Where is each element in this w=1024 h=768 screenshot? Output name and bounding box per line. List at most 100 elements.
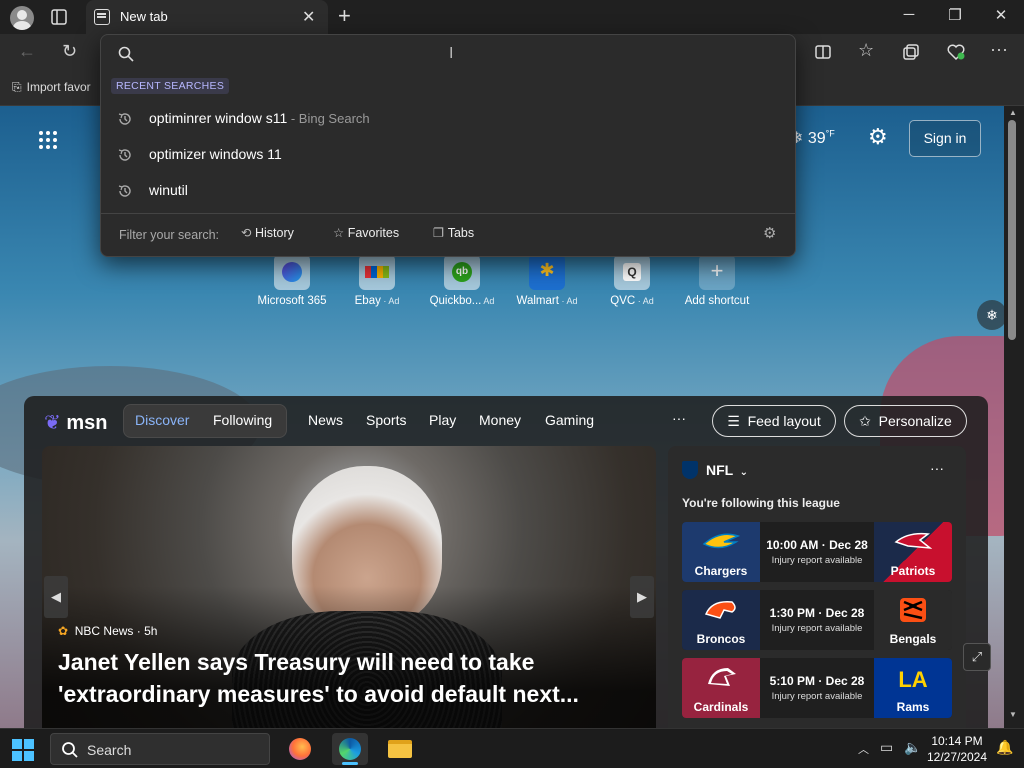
tab-gaming[interactable]: Gaming	[545, 412, 594, 428]
quick-link-label: Quickbo...	[429, 295, 482, 307]
hero-news-card[interactable]: ◀ ▶ ✿ NBC News · 5h Janet Yellen says Tr…	[42, 446, 656, 728]
hero-headline[interactable]: Janet Yellen says Treasury will need to …	[58, 646, 638, 710]
msn-logo[interactable]: ❦ msn	[44, 410, 107, 435]
taskbar-search-label: Search	[87, 742, 132, 758]
quick-link-label: QVC	[610, 295, 636, 307]
tab-sports[interactable]: Sports	[366, 412, 406, 428]
network-monitor-icon[interactable]: ▭	[880, 739, 893, 756]
recent-search-text: winutil	[149, 182, 188, 198]
game-row[interactable]: Chargers 10:00 AM · Dec 28 Injury report…	[682, 522, 952, 582]
team-right: Patriots	[874, 522, 952, 582]
tab-news[interactable]: News	[308, 412, 343, 428]
background-effects-icon[interactable]: ❄	[977, 300, 1007, 330]
profile-avatar-icon[interactable]	[10, 6, 34, 30]
recent-search-suffix: - Bing Search	[287, 111, 370, 126]
tab-money[interactable]: Money	[479, 412, 521, 428]
restore-icon[interactable]: ❐	[940, 6, 970, 28]
speaker-muted-icon[interactable]: 🔈	[904, 739, 921, 756]
import-favorites-link[interactable]: ⎘ Import favor	[12, 80, 91, 95]
game-row[interactable]: Broncos 1:30 PM · Dec 28 Injury report a…	[682, 590, 952, 650]
game-time: 10:00 AM · Dec 28	[766, 538, 868, 552]
import-icon: ⎘	[12, 80, 22, 94]
tab-new-tab[interactable]: New tab ✕	[86, 0, 328, 34]
recent-search-item[interactable]: optiminrer window s11 - Bing Search	[101, 101, 795, 137]
personalize-label: Personalize	[878, 413, 952, 429]
app-launcher-icon[interactable]	[38, 130, 58, 150]
recent-search-item[interactable]: winutil	[101, 173, 795, 209]
browser-essentials-heart-icon[interactable]	[946, 43, 966, 64]
carousel-next-icon[interactable]: ▶	[630, 576, 654, 618]
nfl-card: NFL ⌄ ··· You're following this league C…	[668, 446, 966, 728]
tab-following[interactable]: Following	[213, 412, 272, 428]
add-shortcut-button[interactable]: + Add shortcut	[667, 254, 767, 307]
minimize-icon[interactable]: ─	[894, 6, 924, 28]
show-hidden-icons-chevron-icon[interactable]: ︿	[858, 741, 869, 757]
temperature-value: 39	[807, 130, 826, 147]
new-tab-plus-icon[interactable]: +	[338, 3, 351, 29]
filter-history-button[interactable]: ⟲ History	[241, 225, 294, 240]
broncos-logo-icon	[702, 596, 740, 624]
refresh-icon[interactable]: ↻	[62, 41, 77, 62]
tab-play[interactable]: Play	[429, 412, 456, 428]
filter-favorites-button[interactable]: ☆ Favorites	[333, 225, 399, 240]
search-icon	[61, 741, 79, 762]
team-left: Broncos	[682, 590, 760, 650]
filter-history-label: History	[254, 226, 294, 240]
more-options-icon[interactable]: ···	[990, 39, 1008, 60]
sign-in-button[interactable]: Sign in	[909, 120, 981, 157]
tab-title: New tab	[120, 9, 168, 24]
ad-label: Ad	[481, 296, 495, 306]
sliders-icon: ☰	[727, 413, 740, 429]
nfl-more-icon[interactable]: ···	[930, 460, 944, 476]
page-scrollbar[interactable]: ▲ ▼	[1004, 106, 1024, 728]
weather-widget[interactable]: ❄ 39°F	[790, 128, 835, 148]
search-settings-gear-icon[interactable]: ⚙	[763, 224, 776, 242]
split-screen-icon[interactable]	[814, 43, 832, 64]
close-window-icon[interactable]: ✕	[986, 6, 1016, 28]
bengals-logo-icon	[894, 596, 932, 624]
search-icon	[117, 45, 135, 63]
feed-layout-button[interactable]: ☰ Feed layout	[712, 405, 836, 437]
more-nav-icon[interactable]: ···	[672, 410, 686, 426]
recent-search-item[interactable]: optimizer windows 11	[101, 137, 795, 173]
team-right: LA Rams	[874, 658, 952, 718]
page-settings-gear-icon[interactable]: ⚙	[868, 124, 888, 150]
tab-actions-icon[interactable]	[50, 8, 68, 26]
taskbar-clock[interactable]: 10:14 PM 12/27/2024	[926, 733, 988, 765]
firefox-icon[interactable]	[282, 733, 318, 765]
windows-start-icon[interactable]	[12, 739, 34, 761]
taskbar-search-box[interactable]: Search	[50, 733, 270, 765]
nfl-league-selector[interactable]: NFL ⌄	[706, 462, 748, 478]
team-name: Rams	[896, 700, 930, 714]
team-name: Patriots	[890, 564, 936, 578]
carousel-prev-icon[interactable]: ◀	[44, 576, 68, 618]
notification-bell-icon[interactable]: 🔔	[996, 739, 1013, 756]
file-explorer-icon[interactable]	[382, 733, 418, 765]
tab-discover[interactable]: Discover	[135, 412, 189, 428]
history-clock-icon	[117, 183, 133, 199]
divider	[101, 213, 795, 214]
msn-brand-label: msn	[66, 412, 108, 434]
qvc-icon: Q	[614, 254, 650, 290]
team-left: Cardinals	[682, 658, 760, 718]
tab-close-icon[interactable]: ✕	[302, 7, 315, 27]
game-row[interactable]: Cardinals 5:10 PM · Dec 28 Injury report…	[682, 658, 952, 718]
team-name: Bengals	[889, 632, 937, 646]
nfl-subtitle: You're following this league	[682, 496, 840, 510]
tabs-icon: ❐	[433, 226, 445, 240]
back-arrow-icon[interactable]: ←	[18, 41, 36, 62]
team-name: Broncos	[696, 632, 746, 646]
scroll-down-icon[interactable]: ▼	[1009, 710, 1017, 719]
recent-searches-header: RECENT SEARCHES	[111, 78, 230, 94]
collections-icon[interactable]	[902, 43, 920, 64]
expand-icon[interactable]: ⤢	[963, 643, 991, 671]
personalize-button[interactable]: ✩ Personalize	[844, 405, 967, 437]
edge-icon[interactable]	[332, 733, 368, 765]
address-bar-input[interactable]	[145, 41, 745, 67]
scroll-thumb[interactable]	[1008, 120, 1016, 340]
clock-date: 12/27/2024	[926, 750, 988, 764]
filter-tabs-button[interactable]: ❐ Tabs	[433, 225, 474, 240]
ad-label: · Ad	[380, 296, 400, 306]
favorites-star-icon[interactable]: ☆	[858, 40, 874, 61]
scroll-up-icon[interactable]: ▲	[1009, 108, 1017, 117]
